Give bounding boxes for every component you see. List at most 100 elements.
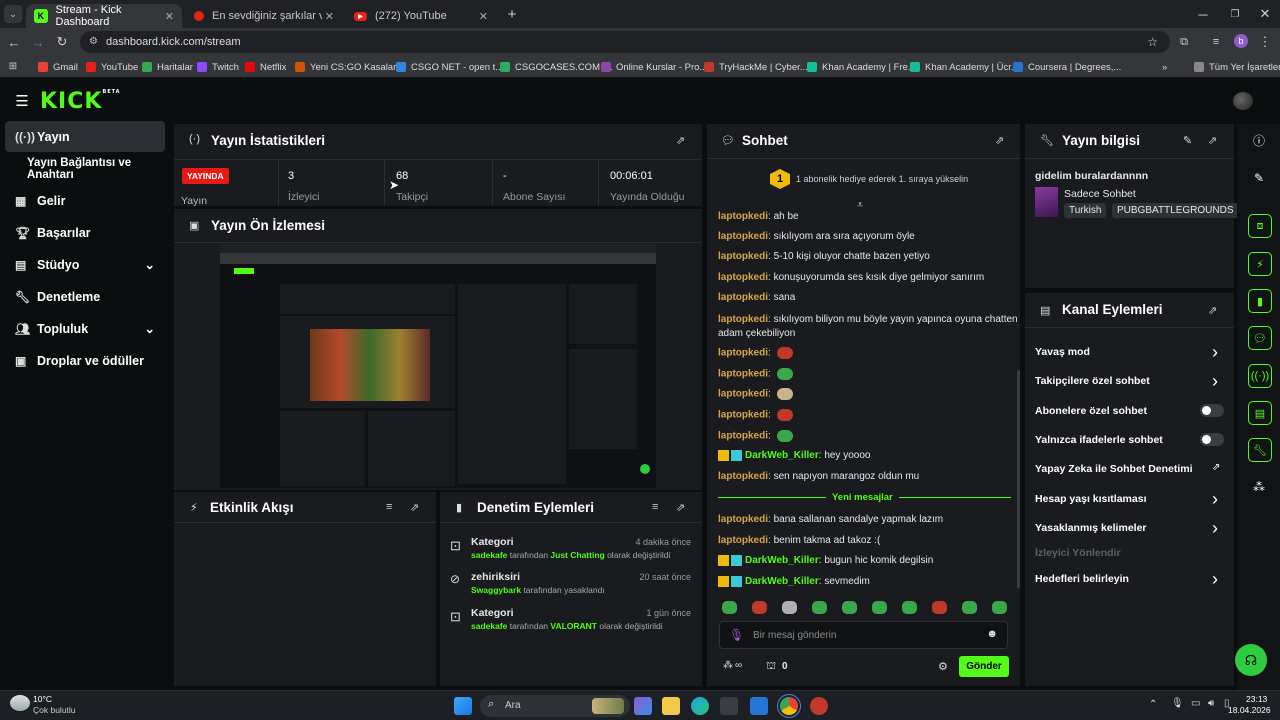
bookmark-khan-1[interactable]: Khan Academy | Fre... xyxy=(807,59,916,75)
close-tab-icon[interactable]: ✕ xyxy=(165,10,174,23)
bookmark-star-icon[interactable]: ☆ xyxy=(1147,31,1158,53)
gift-banner-text[interactable]: 1 abonelik hediye ederek 1. sıraya yükse… xyxy=(796,174,968,184)
chevron-right-icon[interactable]: › xyxy=(1212,490,1218,508)
tab-kick-dashboard[interactable]: K Stream - Kick Dashboard ✕ xyxy=(26,4,182,28)
file-explorer-icon[interactable] xyxy=(662,697,680,715)
chevron-right-icon[interactable]: › xyxy=(1212,570,1218,588)
emote-icon[interactable] xyxy=(992,601,1007,614)
clipboard-icon[interactable]: ▮ xyxy=(1248,289,1272,313)
tab-search-icon[interactable]: ⌄ xyxy=(4,5,22,23)
extensions-icon[interactable]: ⧉ xyxy=(1176,34,1192,50)
emote-icon[interactable] xyxy=(872,601,887,614)
new-messages-label[interactable]: Yeni mesajlar xyxy=(826,492,899,503)
chat-username[interactable]: laptopkedi xyxy=(718,410,768,421)
popout-icon[interactable]: ⇗ xyxy=(676,134,685,147)
filter-icon[interactable]: ≡ xyxy=(386,501,392,513)
bookmark-gmail[interactable]: Gmail xyxy=(38,59,78,75)
tab-music[interactable]: En sevdiğiniz şarkılar ve albümler ✕ xyxy=(186,4,342,28)
category-thumbnail[interactable] xyxy=(1035,187,1058,217)
clip-icon[interactable]: ⧈ xyxy=(1248,214,1272,238)
chat-bubble-icon[interactable]: 💬︎ xyxy=(1248,326,1272,350)
hamburger-menu-icon[interactable]: ☰ xyxy=(14,93,30,110)
external-link-icon[interactable]: ⇗ xyxy=(1212,462,1220,473)
emote-icon[interactable] xyxy=(932,601,947,614)
weather-icon[interactable] xyxy=(10,695,30,711)
chat-username[interactable]: laptopkedi xyxy=(718,231,768,242)
chat-username[interactable]: laptopkedi xyxy=(718,314,768,325)
bookmark-tryhackme[interactable]: TryHackMe | Cyber... xyxy=(704,59,808,75)
nav-drops[interactable]: ▣ Droplar ve ödüller xyxy=(5,345,165,376)
clock-date[interactable]: 18.04.2026 xyxy=(1228,705,1271,715)
bookmark-online-courses[interactable]: Online Kurslar - Pro... xyxy=(601,59,707,75)
minimize-icon[interactable]: ─ xyxy=(1196,6,1210,22)
nav-community[interactable]: 👥︎ Topluluk ⌄ xyxy=(5,313,165,344)
kick-logo[interactable]: KICKBETA xyxy=(40,89,121,114)
points-icon[interactable]: ⛫︎ xyxy=(766,660,776,674)
toggle-switch[interactable] xyxy=(1200,433,1224,446)
chat-username[interactable]: laptopkedi xyxy=(718,535,768,546)
support-headset-icon[interactable]: ☊ xyxy=(1235,644,1267,676)
network-icon[interactable]: ▭ xyxy=(1191,698,1200,709)
chat-username[interactable]: DarkWeb_Killer xyxy=(745,576,819,587)
volume-icon[interactable]: 🔊︎ xyxy=(1208,698,1214,709)
close-tab-icon[interactable]: ✕ xyxy=(325,10,334,23)
chevron-right-icon[interactable]: › xyxy=(1212,343,1218,361)
chat-username[interactable]: DarkWeb_Killer xyxy=(745,450,819,461)
tag-chip[interactable]: Turkish xyxy=(1064,203,1107,218)
game-icon[interactable] xyxy=(810,697,828,715)
apps-grid-icon[interactable]: ⊞ xyxy=(6,59,20,73)
all-bookmarks[interactable]: Tüm Yer İşaretleri xyxy=(1194,59,1280,75)
close-window-icon[interactable]: ✕ xyxy=(1258,6,1272,22)
windows-start-icon[interactable] xyxy=(454,697,472,715)
popout-icon[interactable]: ⇗ xyxy=(676,501,685,514)
media-icon[interactable]: ≡ xyxy=(1208,34,1224,50)
chevron-right-icon[interactable]: › xyxy=(1212,519,1218,537)
microphone-icon[interactable]: 🎙︎ xyxy=(1171,698,1184,709)
chat-username[interactable]: laptopkedi xyxy=(718,272,768,283)
popout-icon[interactable]: ⇗ xyxy=(1208,134,1217,147)
channel-action-row[interactable]: Yalnızca ifadelerle sohbet xyxy=(1035,434,1163,446)
popout-icon[interactable]: ⇗ xyxy=(1208,304,1217,317)
tag-chip[interactable]: PUBGBATTLEGROUNDS xyxy=(1112,203,1239,218)
stream-preview-video[interactable] xyxy=(220,244,656,488)
nav-studio[interactable]: ▤ Stüdyo ⌄ xyxy=(5,249,165,280)
channel-action-row[interactable]: Abonelere özel sohbet xyxy=(1035,405,1147,417)
channel-action-row[interactable]: Yavaş mod xyxy=(1035,346,1090,358)
chat-username[interactable]: laptopkedi xyxy=(718,471,768,482)
nav-revenue[interactable]: ▦ Gelir xyxy=(5,185,165,216)
back-icon[interactable]: ← xyxy=(6,34,22,50)
store-icon[interactable] xyxy=(720,697,738,715)
user-avatar[interactable] xyxy=(1233,92,1253,110)
new-tab-icon[interactable]: + xyxy=(505,6,519,23)
popout-icon[interactable]: ⇗ xyxy=(410,501,419,514)
chat-username[interactable]: laptopkedi xyxy=(718,389,768,400)
community-add-icon[interactable]: ⁂ xyxy=(1252,480,1266,494)
emote-icon[interactable] xyxy=(962,601,977,614)
tab-youtube[interactable]: ▶ (272) YouTube ✕ xyxy=(346,4,496,28)
tray-chevron-icon[interactable]: ⌃ xyxy=(1149,699,1157,710)
chat-username[interactable]: laptopkedi xyxy=(718,514,768,525)
chat-username[interactable]: laptopkedi xyxy=(718,369,768,380)
bookmark-coursera[interactable]: Coursera | Degrees,... xyxy=(1013,59,1121,75)
settings-link-icon[interactable]: ⁂ ∞ xyxy=(723,660,742,671)
edit-pencil-icon[interactable]: ✎ xyxy=(1252,171,1266,185)
toggle-switch[interactable] xyxy=(1200,404,1224,417)
wrench-icon[interactable]: 🔧︎ xyxy=(1248,438,1272,462)
menu-dots-icon[interactable]: ⋮ xyxy=(1258,34,1272,50)
bookmark-csgo[interactable]: Yeni CS:GO Kasaları... xyxy=(295,59,407,75)
close-tab-icon[interactable]: ✕ xyxy=(479,10,488,23)
forward-icon[interactable]: → xyxy=(30,34,46,50)
emote-icon[interactable] xyxy=(902,601,917,614)
bookmark-csgonet[interactable]: CSGO NET - open t... xyxy=(396,59,503,75)
microphone-icon[interactable]: 🎙︎ xyxy=(729,628,744,642)
layout-icon[interactable]: ▤ xyxy=(1248,401,1272,425)
chat-username[interactable]: laptopkedi xyxy=(718,251,768,262)
taskbar-search[interactable]: ⌕ Ara xyxy=(480,695,630,717)
filter-icon[interactable]: ≡ xyxy=(652,501,658,513)
reload-icon[interactable]: ↻ xyxy=(54,34,70,50)
clock-time[interactable]: 23:13 xyxy=(1246,694,1267,704)
emote-icon[interactable] xyxy=(722,601,737,614)
bookmark-netflix[interactable]: Netflix xyxy=(245,59,286,75)
channel-action-row[interactable]: Hedefleri belirleyin xyxy=(1035,573,1129,585)
nav-stream[interactable]: ((·)) Yayın xyxy=(5,121,165,152)
